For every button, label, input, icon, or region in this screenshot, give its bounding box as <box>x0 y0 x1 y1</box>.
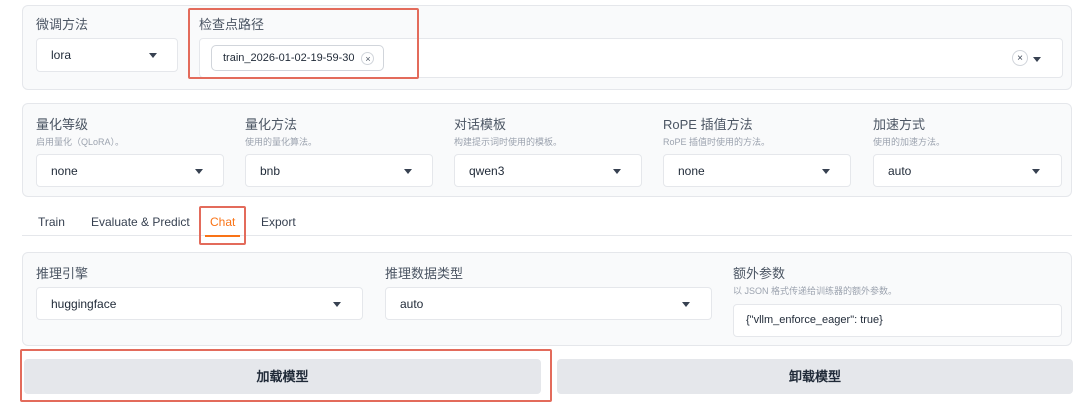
quant-method-label: 量化方法 <box>245 117 298 132</box>
chevron-down-icon <box>404 169 412 174</box>
unload-model-button[interactable]: 卸载模型 <box>557 359 1073 394</box>
chevron-down-icon <box>682 302 690 307</box>
quant-level-label: 量化等级 <box>36 117 89 132</box>
infer-backend-label: 推理引擎 <box>36 266 89 281</box>
infer-dtype-select[interactable]: auto <box>385 287 712 320</box>
booster-select[interactable]: auto <box>873 154 1062 187</box>
rope-scaling-select[interactable]: none <box>663 154 851 187</box>
infer-dtype-label: 推理数据类型 <box>385 266 464 281</box>
quant-method-select[interactable]: bnb <box>245 154 433 187</box>
checkpoint-highlight-box <box>188 8 419 79</box>
chevron-down-icon <box>1032 169 1040 174</box>
chat-template-label: 对话模板 <box>454 117 507 132</box>
chevron-down-icon[interactable] <box>1033 57 1041 62</box>
infer-backend-select[interactable]: huggingface <box>36 287 363 320</box>
rope-scaling-label: RoPE 插值方法 <box>663 117 753 132</box>
clear-selection-icon[interactable]: × <box>1012 50 1028 66</box>
load-button-highlight-box <box>20 349 552 402</box>
tab-evaluate-predict[interactable]: Evaluate & Predict <box>91 215 190 229</box>
extra-args-label: 额外参数 <box>733 266 786 281</box>
quant-level-info: 启用量化（QLoRA）。 <box>36 137 125 147</box>
chat-tab-highlight-box <box>199 206 246 245</box>
extra-args-info: 以 JSON 格式传递给训练器的额外参数。 <box>733 286 898 296</box>
quant-method-value: bnb <box>260 164 281 178</box>
chat-template-value: qwen3 <box>469 164 505 178</box>
quant-method-info: 使用的量化算法。 <box>245 137 318 147</box>
booster-value: auto <box>888 164 912 178</box>
chat-template-select[interactable]: qwen3 <box>454 154 642 187</box>
chevron-down-icon <box>613 169 621 174</box>
quant-level-select[interactable]: none <box>36 154 224 187</box>
tab-bar-divider <box>22 235 1072 236</box>
finetune-method-label: 微调方法 <box>36 17 89 32</box>
finetune-method-select[interactable]: lora <box>36 38 178 72</box>
chat-template-info: 构建提示词时使用的模板。 <box>454 137 563 147</box>
chevron-down-icon <box>195 169 203 174</box>
infer-backend-value: huggingface <box>51 297 117 311</box>
tab-export[interactable]: Export <box>261 215 296 229</box>
booster-info: 使用的加速方法。 <box>873 137 946 147</box>
extra-args-input[interactable]: {"vllm_enforce_eager": true} <box>733 304 1062 337</box>
chevron-down-icon <box>149 53 157 58</box>
quant-level-value: none <box>51 164 78 178</box>
booster-label: 加速方式 <box>873 117 926 132</box>
rope-scaling-value: none <box>678 164 705 178</box>
chevron-down-icon <box>822 169 830 174</box>
finetune-method-value: lora <box>51 48 72 62</box>
chevron-down-icon <box>333 302 341 307</box>
rope-scaling-info: RoPE 插值时使用的方法。 <box>663 137 771 147</box>
tab-train[interactable]: Train <box>38 215 65 229</box>
infer-dtype-value: auto <box>400 297 424 311</box>
